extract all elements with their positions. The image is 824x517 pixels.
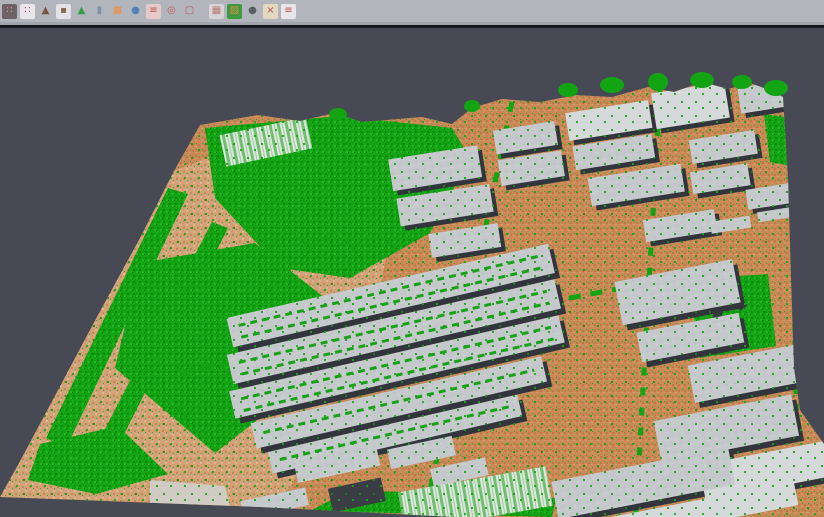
point-cloud-icon-glyph: ∷ [2,4,17,19]
vegetation-icon-glyph: ▲ [74,4,89,19]
profile-icon-glyph: ▮ [92,4,107,19]
settings-icon-glyph: ◎ [164,4,179,19]
point-cloud-icon[interactable]: ∷ [2,4,17,19]
extent-icon[interactable]: ▢ [182,4,197,19]
classification-icon-glyph: ▨ [227,4,242,19]
mesh-icon-glyph: ● [245,4,260,19]
vegetation-icon[interactable]: ▲ [74,4,89,19]
flag-icon[interactable]: ≡ [281,4,296,19]
keypoints-icon-glyph: ∷ [20,4,35,19]
extent-icon-glyph: ▢ [182,4,197,19]
orthophoto-icon[interactable]: ■ [110,4,125,19]
delete-icon-glyph: × [263,4,278,19]
orthophoto-icon-glyph: ■ [110,4,125,19]
keypoints-icon[interactable]: ∷ [20,4,35,19]
layers-icon[interactable]: ≡ [146,4,161,19]
mesh-icon[interactable]: ● [245,4,260,19]
application-window: ∷∷▲▪▲▮■●≡◎▢▦▨●×≡ [0,0,824,517]
viewport-3d[interactable] [0,28,824,517]
settings-icon[interactable]: ◎ [164,4,179,19]
terrain-icon[interactable]: ▲ [38,4,53,19]
grid-icon-glyph: ▦ [209,4,224,19]
scene-3d-view[interactable] [0,28,824,517]
toolbar: ∷∷▲▪▲▮■●≡◎▢▦▨●×≡ [0,0,824,22]
flag-icon-glyph: ≡ [281,4,296,19]
classification-icon[interactable]: ▨ [227,4,242,19]
layers-icon-glyph: ≡ [146,4,161,19]
dsm-icon-glyph: ▪ [56,4,71,19]
globe-icon[interactable]: ● [128,4,143,19]
grid-icon[interactable]: ▦ [209,4,224,19]
terrain-icon-glyph: ▲ [38,4,53,19]
profile-icon[interactable]: ▮ [92,4,107,19]
delete-icon[interactable]: × [263,4,278,19]
globe-icon-glyph: ● [128,4,143,19]
dsm-icon[interactable]: ▪ [56,4,71,19]
